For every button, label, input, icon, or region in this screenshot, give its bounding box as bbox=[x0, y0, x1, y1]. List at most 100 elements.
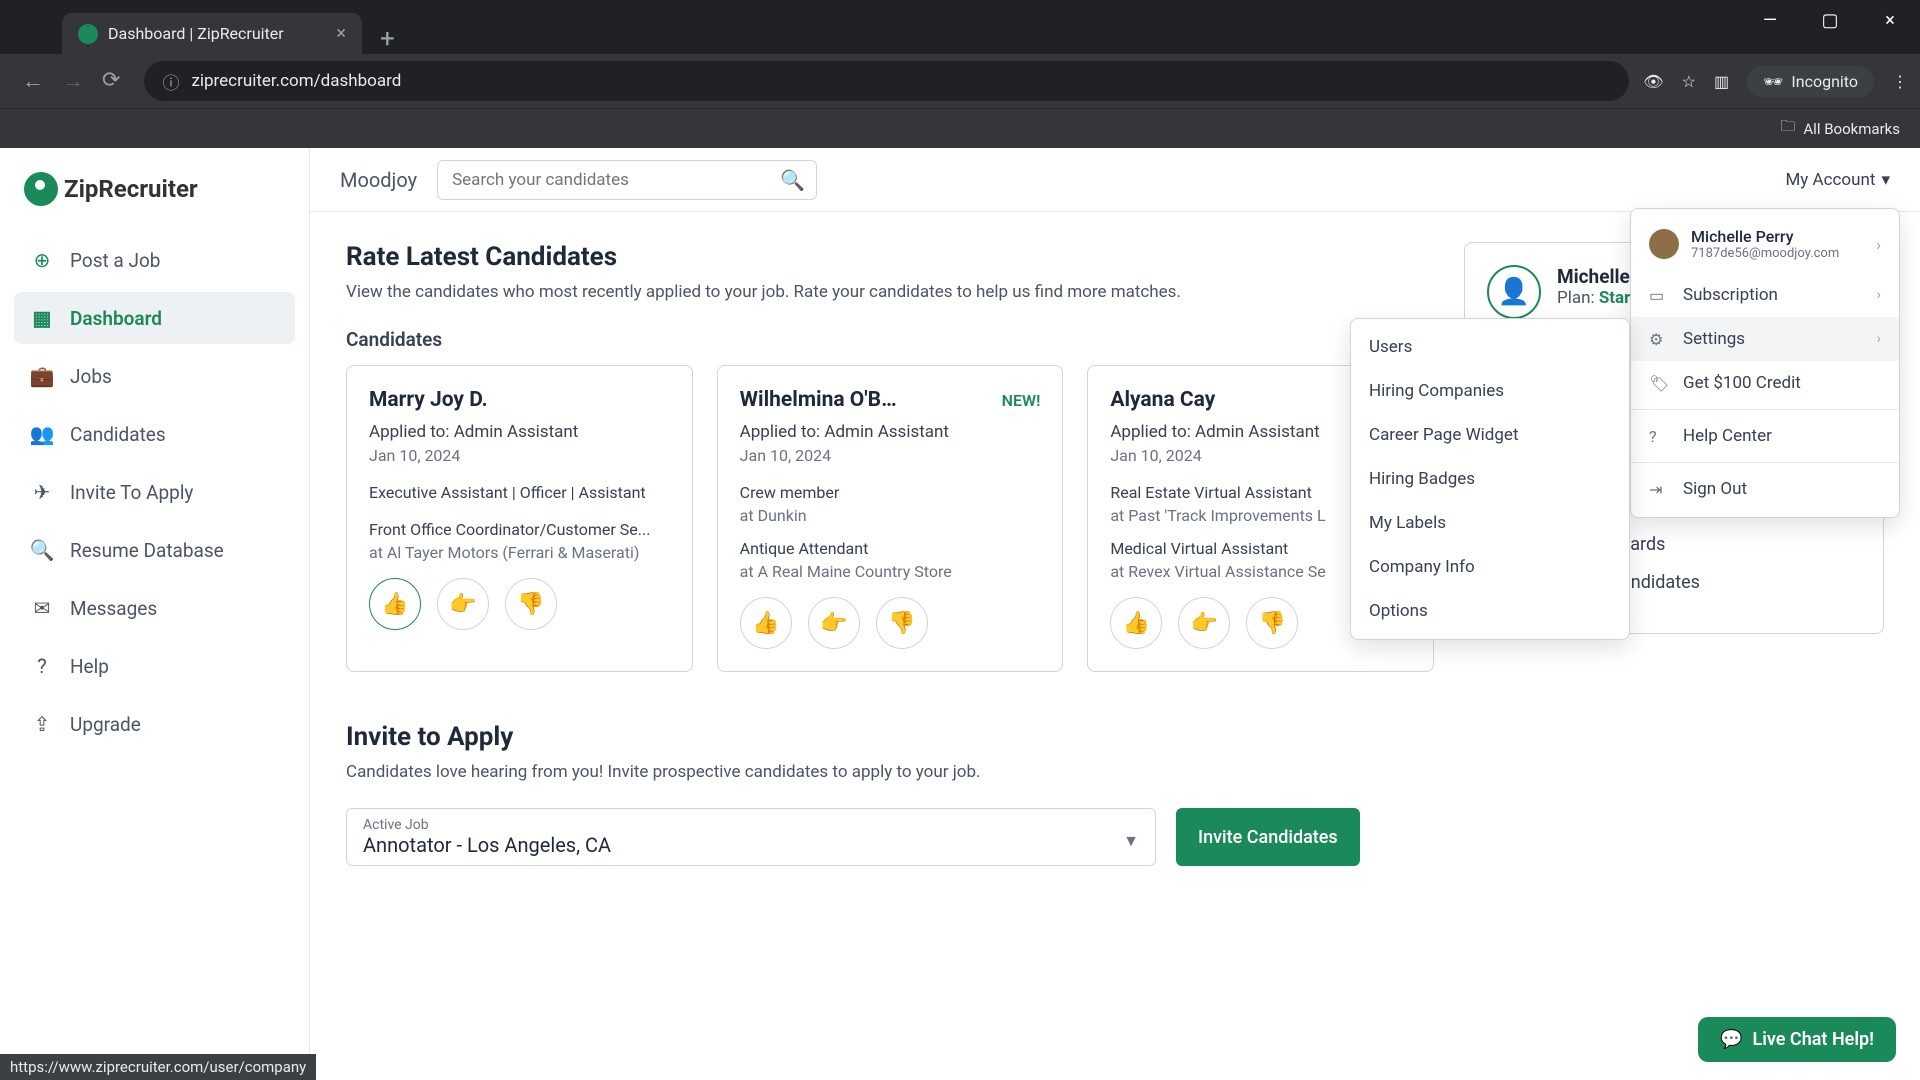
site-info-icon[interactable]: ⓘ bbox=[162, 69, 179, 94]
minimize-button[interactable]: — bbox=[1740, 0, 1800, 40]
menu-item-label: Subscription bbox=[1683, 285, 1778, 305]
sidebar-item-label: Upgrade bbox=[70, 713, 141, 736]
sidebar: ZipRecruiter ⊕ Post a Job ▦ Dashboard 💼 … bbox=[0, 148, 310, 1080]
menu-item-subscription[interactable]: ▭ Subscription › bbox=[1631, 273, 1899, 317]
eye-off-icon[interactable]: 👁 bbox=[1643, 72, 1663, 91]
kebab-menu-icon[interactable]: ⋮ bbox=[1892, 72, 1908, 91]
sidebar-item-help[interactable]: ? Help bbox=[14, 640, 295, 692]
thumbs-up-button[interactable]: 👍 bbox=[740, 597, 792, 649]
sidebar-item-invite[interactable]: ✈ Invite To Apply bbox=[14, 466, 295, 518]
sidebar-item-candidates[interactable]: 👥 Candidates bbox=[14, 408, 295, 460]
thumbs-down-button[interactable]: 👎 bbox=[1246, 597, 1298, 649]
thumbs-up-button[interactable]: 👍 bbox=[1110, 597, 1162, 649]
menu-item-settings[interactable]: ⚙ Settings › bbox=[1631, 317, 1899, 361]
upgrade-icon: ⇪ bbox=[30, 712, 54, 736]
url-text: ziprecruiter.com/dashboard bbox=[191, 71, 401, 91]
rate-title: Rate Latest Candidates bbox=[346, 242, 1434, 272]
menu-item-help-center[interactable]: ? Help Center bbox=[1631, 414, 1899, 458]
company-name[interactable]: Moodjoy bbox=[340, 168, 417, 192]
invite-candidates-button[interactable]: Invite Candidates bbox=[1176, 808, 1360, 866]
submenu-item-company-info[interactable]: Company Info bbox=[1351, 545, 1629, 589]
reload-button[interactable]: ⟳ bbox=[102, 68, 120, 94]
live-chat-button[interactable]: 💬 Live Chat Help! bbox=[1698, 1017, 1896, 1062]
send-icon: ✈ bbox=[30, 480, 54, 504]
my-account-trigger[interactable]: My Account ▾ bbox=[1785, 170, 1890, 190]
close-tab-icon[interactable]: × bbox=[336, 23, 346, 44]
submenu-item-users[interactable]: Users bbox=[1351, 325, 1629, 369]
main-area: Moodjoy 🔍 My Account ▾ Rate Latest Candi… bbox=[310, 148, 1920, 1080]
bookmarks-bar: 🗀 All Bookmarks bbox=[0, 108, 1920, 148]
users-icon: 👥 bbox=[30, 422, 54, 446]
rate-buttons: 👍 👉 👎 bbox=[369, 578, 670, 630]
new-tab-button[interactable]: + bbox=[362, 24, 413, 54]
thumbs-down-button[interactable]: 👎 bbox=[876, 597, 928, 649]
neutral-button[interactable]: 👉 bbox=[437, 578, 489, 630]
tab-title: Dashboard | ZipRecruiter bbox=[108, 24, 284, 43]
search-icon[interactable]: 🔍 bbox=[780, 168, 805, 192]
incognito-icon: 🕶 bbox=[1763, 72, 1783, 91]
submenu-item-my-labels[interactable]: My Labels bbox=[1351, 501, 1629, 545]
address-bar: ← → ⟳ ⓘ ziprecruiter.com/dashboard 👁 ☆ ▥… bbox=[0, 54, 1920, 108]
sidebar-item-dashboard[interactable]: ▦ Dashboard bbox=[14, 292, 295, 344]
chevron-down-icon: ▾ bbox=[1881, 170, 1890, 190]
menu-item-sign-out[interactable]: ⇥ Sign Out bbox=[1631, 467, 1899, 511]
sidebar-item-label: Resume Database bbox=[70, 539, 224, 562]
experience-company: at A Real Maine Country Store bbox=[740, 562, 1041, 581]
sidebar-item-label: Help bbox=[70, 655, 109, 678]
new-badge: NEW! bbox=[1002, 391, 1041, 410]
thumbs-up-button[interactable]: 👍 bbox=[369, 578, 421, 630]
applied-to: Applied to: Admin Assistant bbox=[740, 422, 1041, 442]
search-input[interactable] bbox=[437, 160, 817, 200]
bookmarks-folder-icon: 🗀 bbox=[1780, 116, 1795, 141]
avatar-icon bbox=[1649, 229, 1679, 259]
candidate-card[interactable]: Marry Joy D. Applied to: Admin Assistant… bbox=[346, 365, 693, 672]
chevron-down-icon: ▼ bbox=[1123, 831, 1139, 851]
side-panel-icon[interactable]: ▥ bbox=[1714, 72, 1729, 91]
mail-icon: ✉ bbox=[30, 596, 54, 620]
menu-item-credit[interactable]: 🏷 Get $100 Credit bbox=[1631, 361, 1899, 405]
logo[interactable]: ZipRecruiter bbox=[14, 172, 295, 234]
neutral-button[interactable]: 👉 bbox=[808, 597, 860, 649]
thumbs-down-button[interactable]: 👎 bbox=[505, 578, 557, 630]
experience-title: Antique Attendant bbox=[740, 539, 1041, 558]
search-icon: 🔍 bbox=[30, 538, 54, 562]
submenu-item-hiring-companies[interactable]: Hiring Companies bbox=[1351, 369, 1629, 413]
menu-item-label: Get $100 Credit bbox=[1683, 373, 1801, 393]
sidebar-item-resume-db[interactable]: 🔍 Resume Database bbox=[14, 524, 295, 576]
active-job-dropdown[interactable]: Active Job Annotator - Los Angeles, CA ▼ bbox=[346, 808, 1156, 866]
sidebar-item-label: Candidates bbox=[70, 423, 166, 446]
chevron-right-icon: › bbox=[1877, 287, 1881, 303]
app-root: ZipRecruiter ⊕ Post a Job ▦ Dashboard 💼 … bbox=[0, 148, 1920, 1080]
submenu-item-options[interactable]: Options bbox=[1351, 589, 1629, 633]
sidebar-item-post-job[interactable]: ⊕ Post a Job bbox=[14, 234, 295, 286]
invite-title: Invite to Apply bbox=[346, 722, 1434, 752]
sidebar-item-jobs[interactable]: 💼 Jobs bbox=[14, 350, 295, 402]
all-bookmarks-button[interactable]: All Bookmarks bbox=[1803, 120, 1900, 138]
candidate-card[interactable]: Wilhelmina O'B… NEW! Applied to: Admin A… bbox=[717, 365, 1064, 672]
back-button[interactable]: ← bbox=[22, 68, 44, 94]
user-avatar-icon: 👤 bbox=[1487, 265, 1541, 319]
browser-tab[interactable]: Dashboard | ZipRecruiter × bbox=[62, 13, 362, 54]
neutral-button[interactable]: 👉 bbox=[1178, 597, 1230, 649]
candidates-label: Candidates bbox=[346, 328, 442, 351]
candidates-header: Candidates View bbox=[346, 328, 1434, 351]
experience-title: Front Office Coordinator/Customer Se... bbox=[369, 520, 670, 539]
menu-item-label: Sign Out bbox=[1683, 479, 1747, 499]
incognito-badge[interactable]: 🕶 Incognito bbox=[1747, 66, 1874, 97]
url-input[interactable]: ⓘ ziprecruiter.com/dashboard bbox=[144, 61, 1629, 101]
applied-date: Jan 10, 2024 bbox=[740, 446, 1041, 465]
account-menu-user[interactable]: Michelle Perry 7187de56@moodjoy.com › bbox=[1631, 215, 1899, 273]
applied-to: Applied to: Admin Assistant bbox=[369, 422, 670, 442]
close-window-button[interactable]: × bbox=[1860, 0, 1920, 40]
submenu-item-hiring-badges[interactable]: Hiring Badges bbox=[1351, 457, 1629, 501]
incognito-label: Incognito bbox=[1791, 72, 1858, 91]
help-icon: ? bbox=[1649, 427, 1669, 446]
maximize-button[interactable]: ▢ bbox=[1800, 0, 1860, 40]
sidebar-item-upgrade[interactable]: ⇪ Upgrade bbox=[14, 698, 295, 750]
forward-button[interactable]: → bbox=[62, 68, 84, 94]
submenu-item-career-page-widget[interactable]: Career Page Widget bbox=[1351, 413, 1629, 457]
logo-text: ZipRecruiter bbox=[64, 175, 198, 203]
bookmark-star-icon[interactable]: ☆ bbox=[1682, 72, 1696, 91]
sidebar-item-messages[interactable]: ✉ Messages bbox=[14, 582, 295, 634]
menu-user-email: 7187de56@moodjoy.com bbox=[1691, 246, 1839, 261]
